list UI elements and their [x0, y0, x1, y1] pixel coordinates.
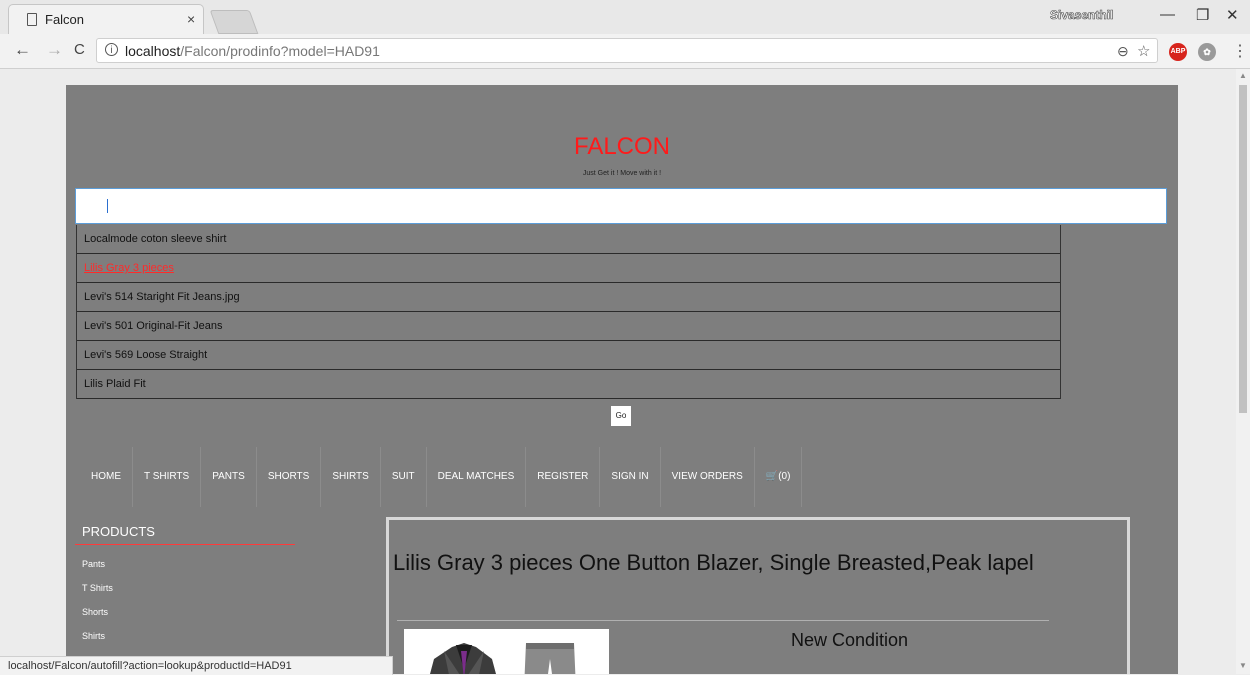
- url-text: localhost/Falcon/prodinfo?model=HAD91: [125, 43, 380, 59]
- tab-bar: Falcon × Sivasenthil — ❐ ✕: [0, 0, 1250, 34]
- site-brand[interactable]: FALCON: [66, 133, 1178, 161]
- product-image[interactable]: [404, 629, 609, 674]
- address-bar[interactable]: i localhost/Falcon/prodinfo?model=HAD91 …: [96, 38, 1158, 63]
- sidebar-link-pants[interactable]: Pants: [82, 559, 105, 569]
- nav-register[interactable]: REGISTER: [526, 447, 601, 507]
- nav-cart[interactable]: 🛒(0): [755, 447, 803, 507]
- sidebar-link-shirts[interactable]: Shirts: [82, 631, 105, 641]
- star-icon[interactable]: ☆: [1137, 42, 1150, 60]
- suggestion-item[interactable]: Levi's 514 Staright Fit Jeans.jpg: [77, 283, 1060, 312]
- url-host: localhost: [125, 43, 181, 59]
- forward-icon[interactable]: →: [46, 40, 63, 60]
- autocomplete-list: Localmode coton sleeve shirt Lilis Gray …: [76, 225, 1061, 399]
- cart-icon: 🛒: [765, 471, 779, 482]
- sidebar-link-tshirts[interactable]: T Shirts: [82, 583, 113, 593]
- page-icon: [27, 13, 37, 26]
- restore-button[interactable]: ❐: [1196, 6, 1209, 24]
- scrollbar[interactable]: ▲ ▼: [1236, 69, 1250, 674]
- nav-home[interactable]: HOME: [80, 447, 133, 507]
- suggestion-item[interactable]: Levi's 501 Original-Fit Jeans: [77, 312, 1060, 341]
- scroll-down-icon[interactable]: ▼: [1239, 661, 1247, 670]
- tab-title: Falcon: [45, 12, 85, 27]
- adblock-icon[interactable]: ABP: [1169, 43, 1187, 61]
- nav-shorts[interactable]: SHORTS: [257, 447, 322, 507]
- url-path: /Falcon/prodinfo?model=HAD91: [180, 43, 380, 59]
- nav-pants[interactable]: PANTS: [201, 447, 257, 507]
- nav-sign-in[interactable]: SIGN IN: [600, 447, 661, 507]
- page-content: FALCON Just Get it ! Move with it ! Loca…: [66, 85, 1178, 674]
- go-button[interactable]: Go: [611, 406, 631, 426]
- text-caret: [107, 199, 108, 213]
- new-tab-button[interactable]: [209, 10, 259, 34]
- nav-suit[interactable]: SUIT: [381, 447, 427, 507]
- main-nav: HOME T SHIRTS PANTS SHORTS SHIRTS SUIT D…: [80, 447, 803, 507]
- nav-shirts[interactable]: SHIRTS: [321, 447, 381, 507]
- scroll-up-icon[interactable]: ▲: [1239, 71, 1247, 80]
- minimize-button[interactable]: —: [1160, 6, 1175, 23]
- sidebar-divider: [75, 544, 295, 545]
- browser-tab[interactable]: Falcon ×: [8, 4, 204, 34]
- status-bar-url: localhost/Falcon/autofill?action=lookup&…: [0, 656, 393, 675]
- sidebar-link-shorts[interactable]: Shorts: [82, 607, 108, 617]
- reload-icon[interactable]: C: [74, 41, 85, 58]
- info-icon[interactable]: i: [105, 43, 118, 56]
- product-title: Lilis Gray 3 pieces One Button Blazer, S…: [393, 550, 1034, 575]
- nav-view-orders[interactable]: VIEW ORDERS: [661, 447, 755, 507]
- close-window-button[interactable]: ✕: [1226, 6, 1239, 24]
- blazer-image: [430, 643, 576, 674]
- menu-icon[interactable]: ⋮: [1232, 41, 1248, 61]
- search-input[interactable]: [75, 188, 1167, 224]
- browser-toolbar: ← → C i localhost/Falcon/prodinfo?model=…: [0, 34, 1250, 69]
- suggestion-item[interactable]: Lilis Plaid Fit: [77, 370, 1060, 399]
- product-divider: [397, 620, 1049, 621]
- suggestion-item[interactable]: Localmode coton sleeve shirt: [77, 225, 1060, 254]
- nav-tshirts[interactable]: T SHIRTS: [133, 447, 202, 507]
- zoom-icon[interactable]: ⊖: [1117, 43, 1129, 60]
- profile-name[interactable]: Sivasenthil: [1050, 8, 1114, 23]
- suggestion-item[interactable]: Levi's 569 Loose Straight: [77, 341, 1060, 370]
- suggestion-item-highlighted[interactable]: Lilis Gray 3 pieces: [77, 254, 1060, 283]
- close-tab-icon[interactable]: ×: [187, 11, 195, 27]
- cart-count: (0): [778, 471, 791, 482]
- product-condition: New Condition: [791, 630, 909, 650]
- scroll-thumb[interactable]: [1239, 85, 1247, 413]
- nav-deal-matches[interactable]: DEAL MATCHES: [427, 447, 527, 507]
- sidebar-title: PRODUCTS: [82, 524, 155, 539]
- product-panel: Lilis Gray 3 pieces One Button Blazer, S…: [386, 517, 1130, 674]
- site-tagline: Just Get it ! Move with it !: [582, 170, 662, 177]
- back-icon[interactable]: ←: [14, 40, 31, 60]
- extension-icon[interactable]: ✿: [1198, 43, 1216, 61]
